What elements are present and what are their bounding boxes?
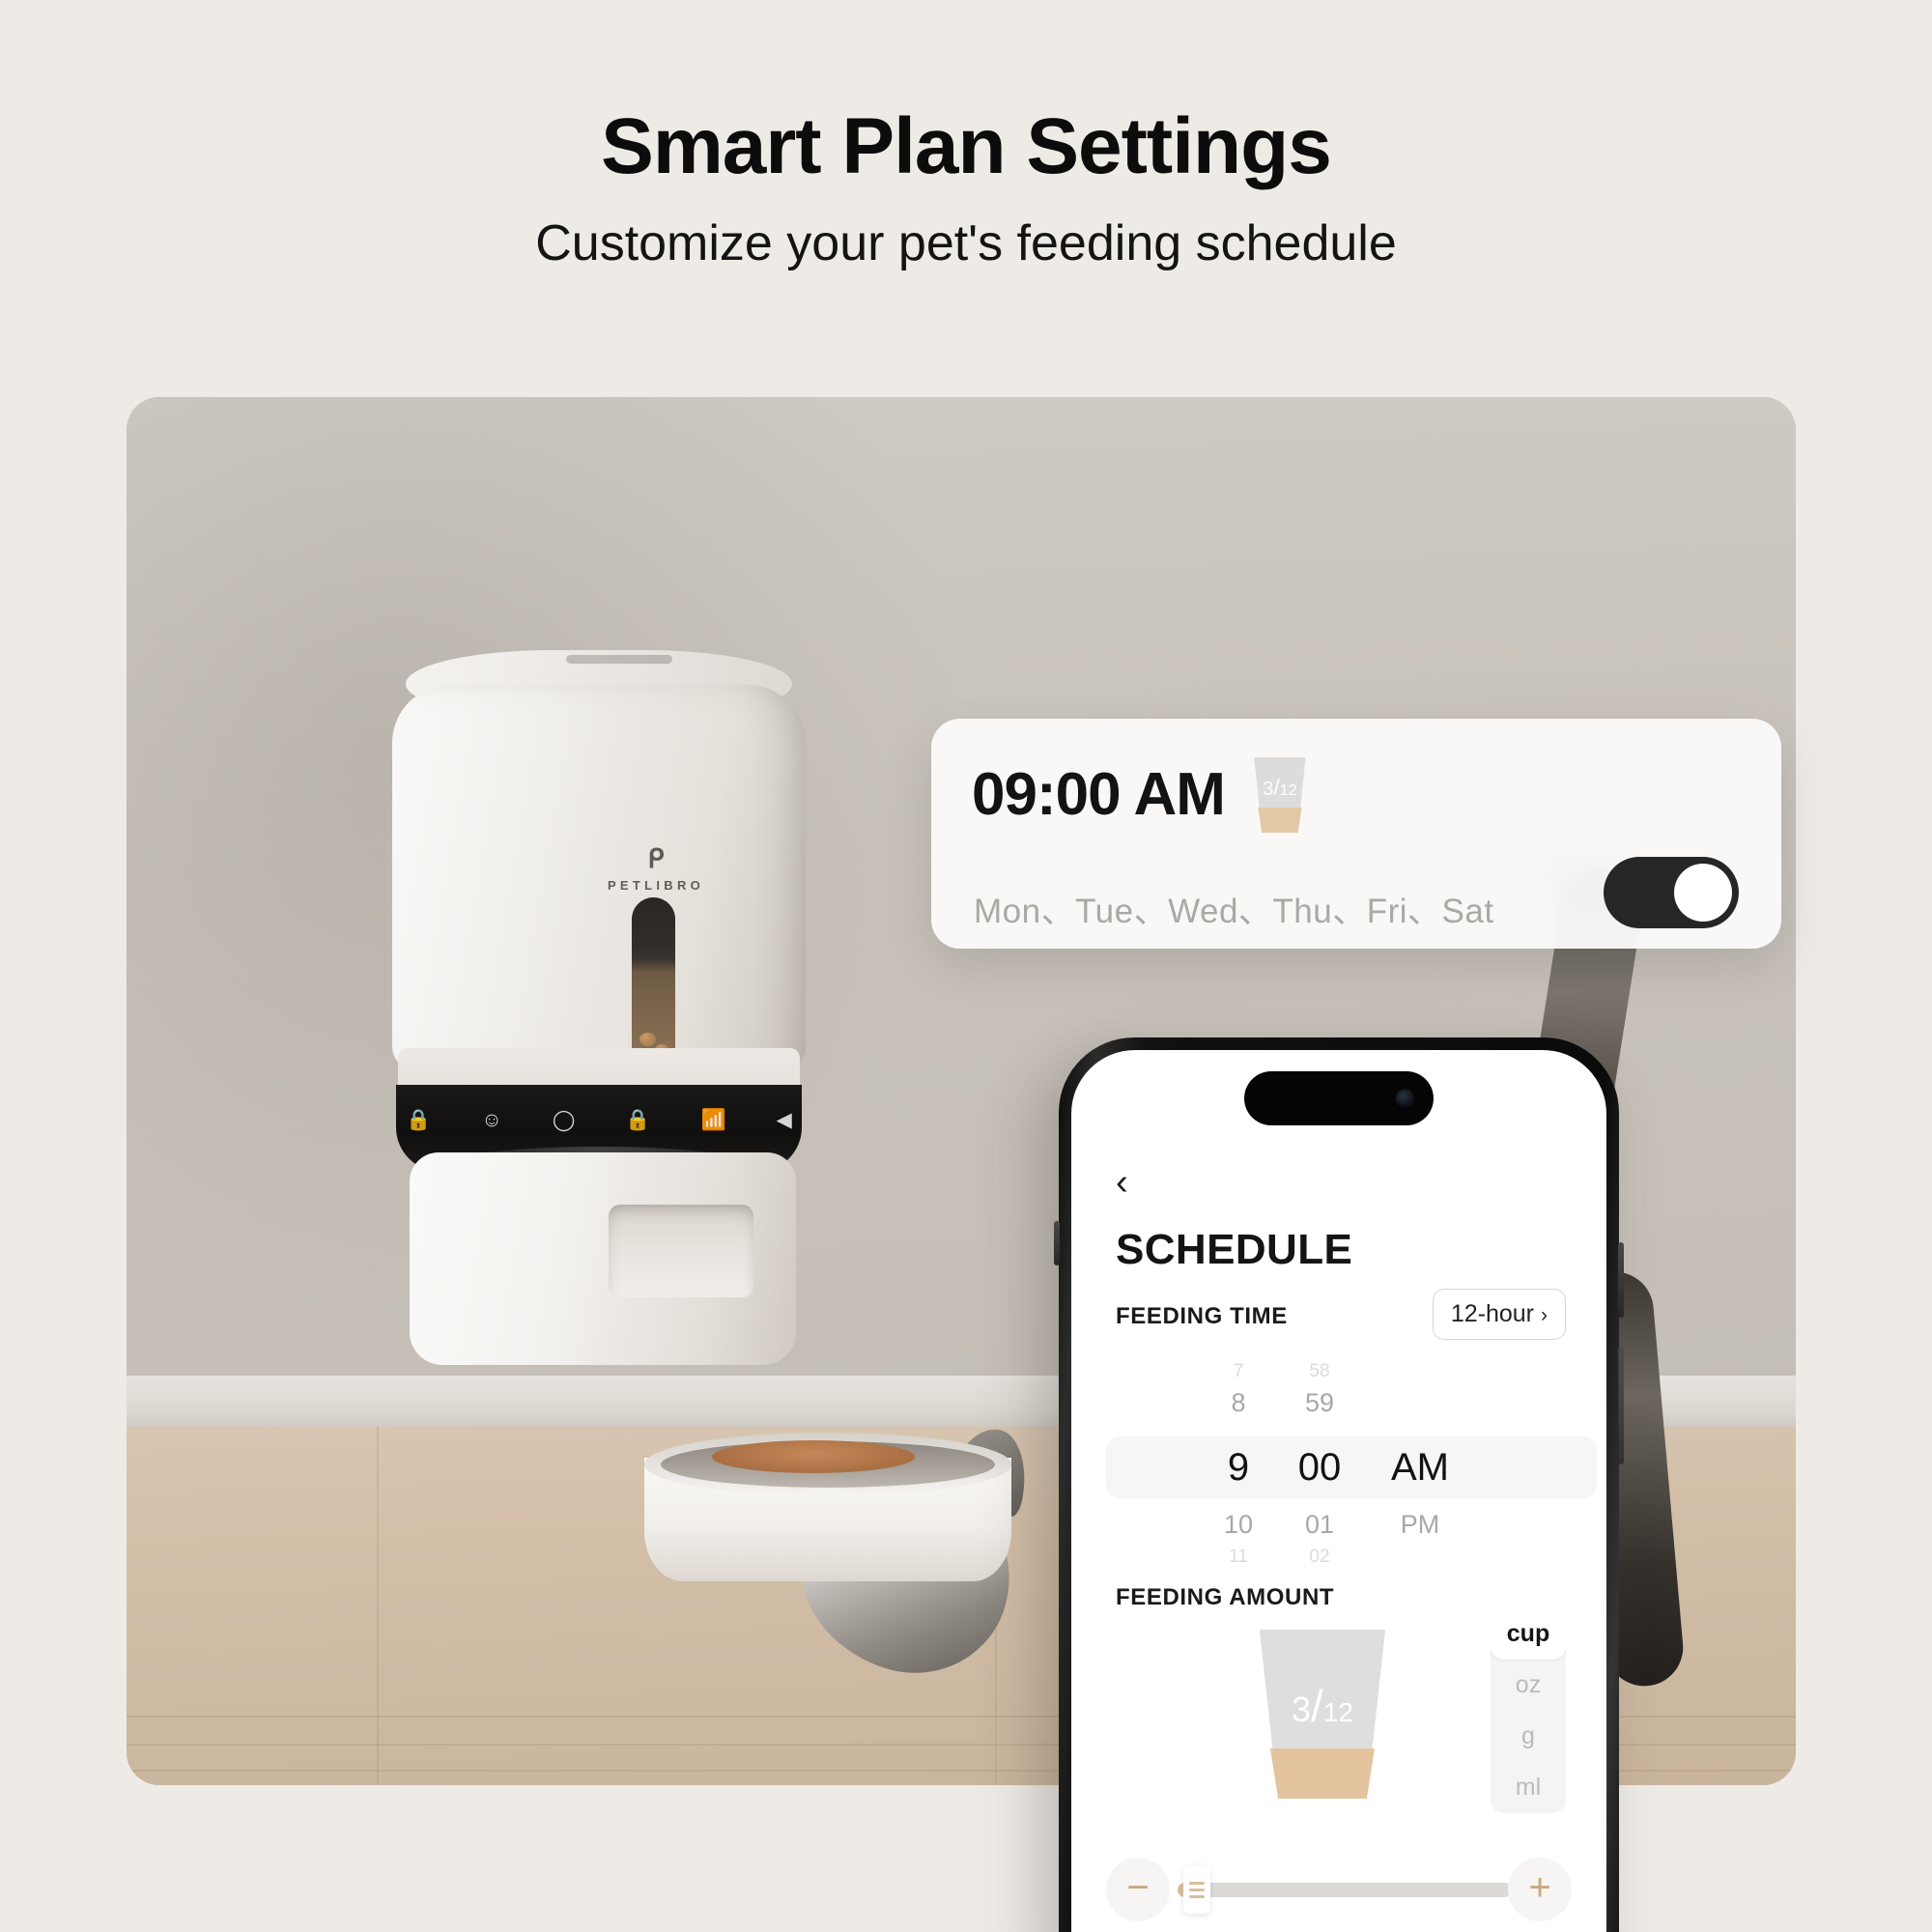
thumb-grip-line xyxy=(1189,1888,1205,1891)
lock-icon: 🔒 xyxy=(625,1108,651,1131)
hour-value: 8 xyxy=(1231,1388,1246,1417)
speaker-icon: ◀ xyxy=(776,1109,792,1131)
unit-selector[interactable]: cup oz g ml xyxy=(1491,1608,1566,1813)
cup-fill xyxy=(1269,1748,1376,1799)
unit-option-ml[interactable]: ml xyxy=(1491,1762,1566,1813)
hour-value: 11 xyxy=(1229,1547,1248,1567)
thumb-grip-line xyxy=(1189,1894,1205,1898)
cup-fraction: 3/12 xyxy=(1250,777,1310,800)
panel-icon-row: 🔒 ☺ ◯ 🔒 📶 ◀ xyxy=(396,1108,802,1132)
page-root: Smart Plan Settings Customize your pet's… xyxy=(0,0,1932,1932)
toggle-knob xyxy=(1674,864,1732,922)
phone-volume-button[interactable] xyxy=(1054,1221,1060,1265)
floor-plank-line xyxy=(377,1427,380,1785)
pet-feeder-device: ᑭ PETLIBRO 🔒 ☺ ◯ 🔒 📶 ◀ xyxy=(392,650,808,1365)
time-picker-row[interactable]: 8 59 xyxy=(1071,1388,1606,1418)
screen-title: SCHEDULE xyxy=(1116,1226,1353,1273)
cup-fraction-denominator: 12 xyxy=(1322,1697,1353,1727)
minute-value: 02 xyxy=(1309,1547,1330,1567)
chevron-right-icon: › xyxy=(1541,1304,1548,1326)
minute-value: 00 xyxy=(1297,1446,1342,1489)
hour-format-button[interactable]: 12-hour › xyxy=(1432,1289,1566,1340)
unit-option-g[interactable]: g xyxy=(1491,1711,1566,1762)
time-picker-row[interactable]: 7 58 xyxy=(1071,1361,1606,1382)
amount-slider-track[interactable] xyxy=(1199,1883,1512,1897)
time-picker-row-selected[interactable]: 9 00 AM xyxy=(1071,1436,1606,1498)
bowl-icon: ◯ xyxy=(552,1109,576,1131)
phone-screen: ‹ SCHEDULE FEEDING TIME 12-hour › 7 58 8 … xyxy=(1071,1050,1606,1932)
feeding-bowl xyxy=(644,1433,1011,1587)
schedule-days: Mon、Tue、Wed、Thu、Fri、Sat xyxy=(974,893,1494,930)
wifi-icon: 📶 xyxy=(700,1108,726,1131)
decrease-amount-button[interactable]: − xyxy=(1106,1858,1170,1921)
time-picker-row[interactable]: 10 01 PM xyxy=(1071,1510,1606,1540)
thumb-grip-line xyxy=(1189,1881,1205,1885)
back-button[interactable]: ‹ xyxy=(1116,1164,1128,1201)
period-value xyxy=(1360,1547,1480,1568)
front-camera-icon xyxy=(1396,1089,1414,1108)
amount-slider-thumb[interactable] xyxy=(1183,1865,1210,1914)
hour-value: 10 xyxy=(1223,1510,1254,1539)
schedule-enable-toggle[interactable] xyxy=(1604,857,1739,928)
feeding-amount-label: FEEDING AMOUNT xyxy=(1116,1584,1335,1610)
lock-icon: 🔒 xyxy=(406,1108,432,1131)
phone-side-button[interactable] xyxy=(1618,1242,1624,1318)
time-picker-row[interactable]: 11 02 xyxy=(1071,1547,1606,1568)
time-picker[interactable]: 7 58 8 59 9 00 AM 10 01 PM 11 02 xyxy=(1071,1357,1606,1575)
minute-value: 01 xyxy=(1304,1510,1335,1539)
lid-slot xyxy=(566,655,672,664)
feeder-dispense-mouth xyxy=(609,1205,753,1297)
hour-format-label: 12-hour xyxy=(1450,1300,1534,1327)
phone-side-button[interactable] xyxy=(1618,1347,1624,1464)
period-value: AM xyxy=(1391,1446,1449,1489)
feeding-amount-cup-icon: 3/12 xyxy=(1251,1630,1394,1799)
cup-fraction-denominator: 12 xyxy=(1279,782,1297,799)
cup-fill xyxy=(1258,808,1302,833)
unit-option-cup[interactable]: cup xyxy=(1491,1608,1566,1660)
hour-value: 9 xyxy=(1227,1446,1250,1489)
schedule-summary-card[interactable]: 09:00 AM 3/12 Mon、Tue、Wed、Thu、Fri、Sat xyxy=(931,719,1781,949)
increase-amount-button[interactable]: + xyxy=(1508,1858,1572,1921)
cup-fraction-slash: / xyxy=(1311,1681,1323,1731)
cup-fraction-numerator: 3 xyxy=(1292,1690,1312,1729)
page-title: Smart Plan Settings xyxy=(601,102,1332,190)
hour-value: 7 xyxy=(1233,1361,1244,1381)
face-icon: ☺ xyxy=(481,1108,502,1131)
cup-fraction-numerator: 3 xyxy=(1263,779,1274,800)
unit-option-oz[interactable]: oz xyxy=(1491,1660,1566,1711)
page-subtitle: Customize your pet's feeding schedule xyxy=(535,215,1397,271)
schedule-time-value: 09:00 AM xyxy=(972,761,1226,828)
minute-value: 58 xyxy=(1309,1361,1330,1381)
brand-logo: ᑭ PETLIBRO xyxy=(579,844,733,894)
brand-name: PETLIBRO xyxy=(607,878,705,893)
period-value xyxy=(1360,1361,1480,1382)
schedule-time-row: 09:00 AM 3/12 xyxy=(972,757,1310,833)
phone-device: ‹ SCHEDULE FEEDING TIME 12-hour › 7 58 8 … xyxy=(1054,1037,1624,1932)
period-value xyxy=(1360,1388,1480,1418)
portion-cup-icon: 3/12 xyxy=(1250,757,1310,833)
period-value: PM xyxy=(1400,1510,1440,1539)
minute-value: 59 xyxy=(1304,1388,1335,1417)
kibble-in-bowl xyxy=(712,1440,915,1473)
amount-controls: − + xyxy=(1071,1858,1606,1932)
cup-fraction: 3/12 xyxy=(1251,1684,1394,1728)
petlibro-mark-icon: ᑭ xyxy=(647,844,665,873)
dynamic-island xyxy=(1244,1071,1434,1125)
feeding-time-label: FEEDING TIME xyxy=(1116,1303,1288,1329)
